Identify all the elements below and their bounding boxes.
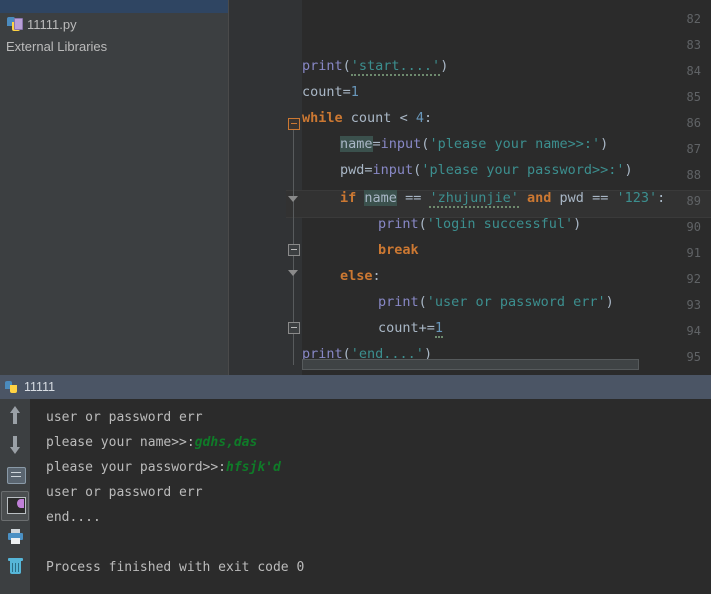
code-line-85[interactable]: count=1 [302,84,359,100]
code-line-84[interactable]: print('start....') [302,58,448,76]
code-line-92[interactable]: else: [340,268,381,284]
console-line-prompt: please your name>>:gdhs,das [46,430,711,455]
code-line-94[interactable]: count+=1 [378,320,444,338]
console-line: user or password err [46,405,711,430]
console-user-input: hfsjk'd [226,460,281,475]
project-tree-panel[interactable]: 11111.py External Libraries [0,0,228,375]
code-line-89[interactable]: if name == 'zhujunjie' and pwd == '123': [340,190,665,208]
soft-wrap-icon[interactable] [2,461,28,489]
tree-row-partial-selected[interactable] [0,0,228,13]
console-line-exit: Process finished with exit code 0 [46,555,711,580]
tree-item-external-libraries[interactable]: External Libraries [0,35,228,57]
console-output[interactable]: user or password err please your name>>:… [30,399,711,594]
console-user-input: gdhs,das [194,435,258,450]
print-icon[interactable] [2,523,28,551]
panel-divider[interactable] [228,0,229,375]
code-line-90[interactable]: print('login successful') [378,216,581,232]
pycharm-window: 11111.py External Libraries 82 83 84 85 … [0,0,711,594]
console-text: user or password err [46,485,203,500]
fold-marker-break-end[interactable] [287,243,300,256]
scroll-to-end-icon[interactable] [1,491,29,521]
console-toolbar[interactable] [0,399,30,594]
console-text: user or password err [46,410,203,425]
tree-item-label: 11111.py [27,16,77,32]
code-line-91[interactable]: break [378,242,419,258]
code-editor[interactable]: 82 83 84 85 86 87 88 89 90 91 92 93 94 9… [228,0,711,375]
up-arrow-icon[interactable] [2,401,28,429]
editor-gutter[interactable] [228,0,286,375]
console-prompt: please your password>>: [46,460,227,475]
console-line-prompt: please your password>>:hfsjk'd [46,455,711,480]
python-run-icon [4,379,20,395]
tree-item-label: External Libraries [6,38,108,54]
down-arrow-icon[interactable] [2,431,28,459]
tree-item-11111-py[interactable]: 11111.py [0,13,228,35]
fold-marker-else[interactable] [287,269,300,282]
console-prompt: please your name>>: [46,435,195,450]
top-area: 11111.py External Libraries 82 83 84 85 … [0,0,711,375]
python-file-icon [6,16,23,32]
trash-icon[interactable] [2,553,28,581]
console-tab-label: 11111 [24,380,56,394]
run-console-panel: 11111 user or password err please your n… [0,375,711,594]
console-tab-header[interactable]: 11111 [0,375,711,399]
console-text: Process finished with exit code 0 [46,560,305,575]
fold-marker-while[interactable] [287,117,300,130]
console-text: end.... [46,510,101,525]
console-line: end.... [46,505,711,530]
code-line-86[interactable]: while count < 4: [302,110,432,126]
fold-marker-if[interactable] [287,195,300,208]
code-line-88[interactable]: pwd=input('please your password>>:') [340,162,633,178]
editor-horizontal-scrollbar[interactable] [302,359,639,370]
fold-marker-else-end[interactable] [287,321,300,334]
code-line-87[interactable]: name=input('please your name>>:') [340,136,608,152]
code-line-93[interactable]: print('user or password err') [378,294,614,310]
editor-fold-column[interactable] [286,0,302,375]
console-line: user or password err [46,480,711,505]
code-text-area[interactable]: print('start....') count=1 while count <… [302,0,711,375]
